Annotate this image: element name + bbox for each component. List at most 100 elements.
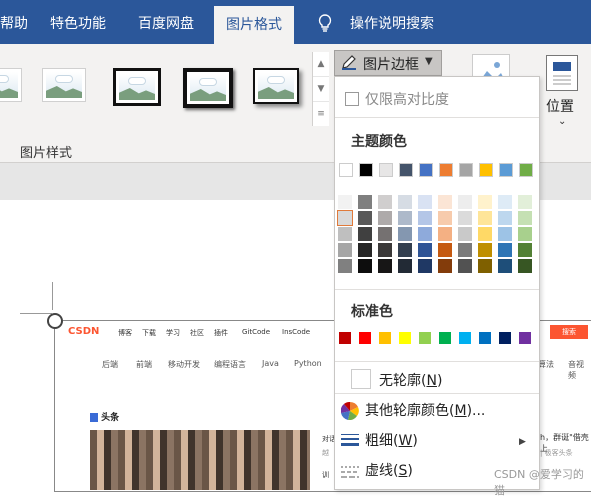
- lock-aspect-label[interactable]: 仅限高对比度: [365, 89, 449, 109]
- theme-shade-swatch[interactable]: [338, 227, 352, 241]
- theme-shade-swatch[interactable]: [498, 259, 512, 273]
- theme-shade-swatch[interactable]: [498, 195, 512, 209]
- theme-shade-swatch[interactable]: [458, 195, 472, 209]
- tell-me-search[interactable]: 操作说明搜索: [350, 0, 434, 44]
- theme-shade-swatch[interactable]: [438, 195, 452, 209]
- theme-shade-swatch[interactable]: [518, 227, 532, 241]
- theme-shade-swatch[interactable]: [378, 259, 392, 273]
- theme-shade-swatch[interactable]: [418, 227, 432, 241]
- theme-shade-swatch[interactable]: [338, 259, 352, 273]
- csdn-link: GitCode: [242, 328, 271, 336]
- standard-color-swatch[interactable]: [419, 332, 431, 344]
- theme-shade-swatch[interactable]: [418, 243, 432, 257]
- weight-item[interactable]: 粗细(W): [365, 430, 418, 450]
- theme-shade-swatch[interactable]: [338, 195, 352, 209]
- theme-shade-swatch[interactable]: [337, 210, 353, 226]
- theme-shade-swatch[interactable]: [478, 259, 492, 273]
- theme-shade-swatch[interactable]: [478, 227, 492, 241]
- standard-color-swatch[interactable]: [339, 332, 351, 344]
- csdn-link: 下载: [142, 329, 156, 337]
- standard-color-swatch[interactable]: [359, 332, 371, 344]
- standard-color-swatch[interactable]: [499, 332, 511, 344]
- dashes-item[interactable]: 虚线(S): [365, 460, 413, 480]
- theme-shade-swatch[interactable]: [458, 211, 472, 225]
- theme-shade-swatch[interactable]: [438, 259, 452, 273]
- picture-style-thumb-5[interactable]: [253, 68, 299, 104]
- line-weight-icon: [341, 433, 359, 453]
- tab-help[interactable]: 帮助: [0, 0, 28, 44]
- submenu-arrow-icon: ▶: [519, 437, 526, 447]
- tab-special-features[interactable]: 特色功能: [50, 0, 106, 44]
- theme-shade-swatch[interactable]: [458, 227, 472, 241]
- theme-shade-swatch[interactable]: [358, 243, 372, 257]
- theme-shade-swatch[interactable]: [478, 243, 492, 257]
- theme-shade-swatch[interactable]: [498, 211, 512, 225]
- theme-color-swatch[interactable]: [379, 163, 393, 177]
- theme-shade-swatch[interactable]: [418, 211, 432, 225]
- theme-color-swatch[interactable]: [499, 163, 513, 177]
- dash-style-icon: [341, 464, 359, 483]
- picture-style-thumb-2[interactable]: [42, 68, 86, 102]
- theme-shade-swatch[interactable]: [478, 195, 492, 209]
- theme-shade-swatch[interactable]: [438, 211, 452, 225]
- theme-shade-swatch[interactable]: [438, 227, 452, 241]
- theme-shade-swatch[interactable]: [338, 243, 352, 257]
- checkbox[interactable]: [345, 92, 359, 106]
- theme-shade-swatch[interactable]: [378, 243, 392, 257]
- standard-color-swatch[interactable]: [519, 332, 531, 344]
- gallery-scroll-down-icon[interactable]: ▼: [313, 77, 329, 102]
- gallery-expand-icon[interactable]: ≡: [313, 102, 329, 126]
- theme-shade-swatch[interactable]: [418, 195, 432, 209]
- theme-color-swatch[interactable]: [459, 163, 473, 177]
- more-outline-colors-item[interactable]: 其他轮廓颜色(M)...: [365, 400, 485, 420]
- theme-shade-swatch[interactable]: [358, 259, 372, 273]
- tab-picture-format[interactable]: 图片格式: [214, 6, 294, 44]
- theme-shade-swatch[interactable]: [438, 243, 452, 257]
- picture-border-button[interactable]: 图片边框 ▼: [334, 50, 442, 76]
- theme-shade-swatch[interactable]: [398, 227, 412, 241]
- theme-shade-swatch[interactable]: [518, 243, 532, 257]
- picture-style-thumb-1[interactable]: [0, 68, 22, 102]
- theme-shade-swatch[interactable]: [398, 211, 412, 225]
- theme-shade-swatch[interactable]: [418, 259, 432, 273]
- standard-color-swatch[interactable]: [399, 332, 411, 344]
- theme-color-swatch[interactable]: [439, 163, 453, 177]
- tab-baidu-netdisk[interactable]: 百度网盘: [138, 0, 194, 44]
- standard-color-swatch[interactable]: [379, 332, 391, 344]
- chevron-down-icon: ▼: [425, 56, 433, 67]
- theme-shade-swatch[interactable]: [518, 211, 532, 225]
- picture-border-dropdown: 仅限高对比度 主题颜色 标准色 无轮廓(N) 其他轮廓颜色(M)... 粗细(W…: [334, 76, 540, 490]
- theme-shade-swatch[interactable]: [378, 211, 392, 225]
- theme-shade-swatch[interactable]: [458, 259, 472, 273]
- theme-shade-swatch[interactable]: [498, 227, 512, 241]
- theme-shade-swatch[interactable]: [378, 195, 392, 209]
- theme-shade-swatch[interactable]: [358, 195, 372, 209]
- theme-color-swatch[interactable]: [399, 163, 413, 177]
- theme-shade-swatch[interactable]: [498, 243, 512, 257]
- theme-shade-swatch[interactable]: [478, 211, 492, 225]
- theme-shade-swatch[interactable]: [398, 259, 412, 273]
- theme-color-swatch[interactable]: [519, 163, 533, 177]
- no-outline-item[interactable]: 无轮廓(N): [379, 370, 442, 390]
- picture-style-thumb-4[interactable]: [183, 68, 233, 108]
- theme-shade-swatch[interactable]: [358, 211, 372, 225]
- picture-style-thumb-3[interactable]: [113, 68, 161, 106]
- theme-shade-swatch[interactable]: [518, 259, 532, 273]
- gallery-scroll-up-icon[interactable]: ▲: [313, 52, 329, 77]
- theme-shade-swatch[interactable]: [378, 227, 392, 241]
- no-outline-swatch: [351, 369, 371, 389]
- theme-shade-swatch[interactable]: [398, 195, 412, 209]
- position-label[interactable]: 位置: [546, 96, 574, 116]
- position-icon[interactable]: [546, 55, 578, 91]
- theme-color-swatch[interactable]: [359, 163, 373, 177]
- standard-color-swatch[interactable]: [439, 332, 451, 344]
- standard-color-swatch[interactable]: [479, 332, 491, 344]
- theme-color-swatch[interactable]: [479, 163, 493, 177]
- theme-shade-swatch[interactable]: [458, 243, 472, 257]
- theme-color-swatch[interactable]: [419, 163, 433, 177]
- theme-shade-swatch[interactable]: [398, 243, 412, 257]
- theme-shade-swatch[interactable]: [518, 195, 532, 209]
- theme-color-swatch[interactable]: [339, 163, 353, 177]
- theme-shade-swatch[interactable]: [358, 227, 372, 241]
- standard-color-swatch[interactable]: [459, 332, 471, 344]
